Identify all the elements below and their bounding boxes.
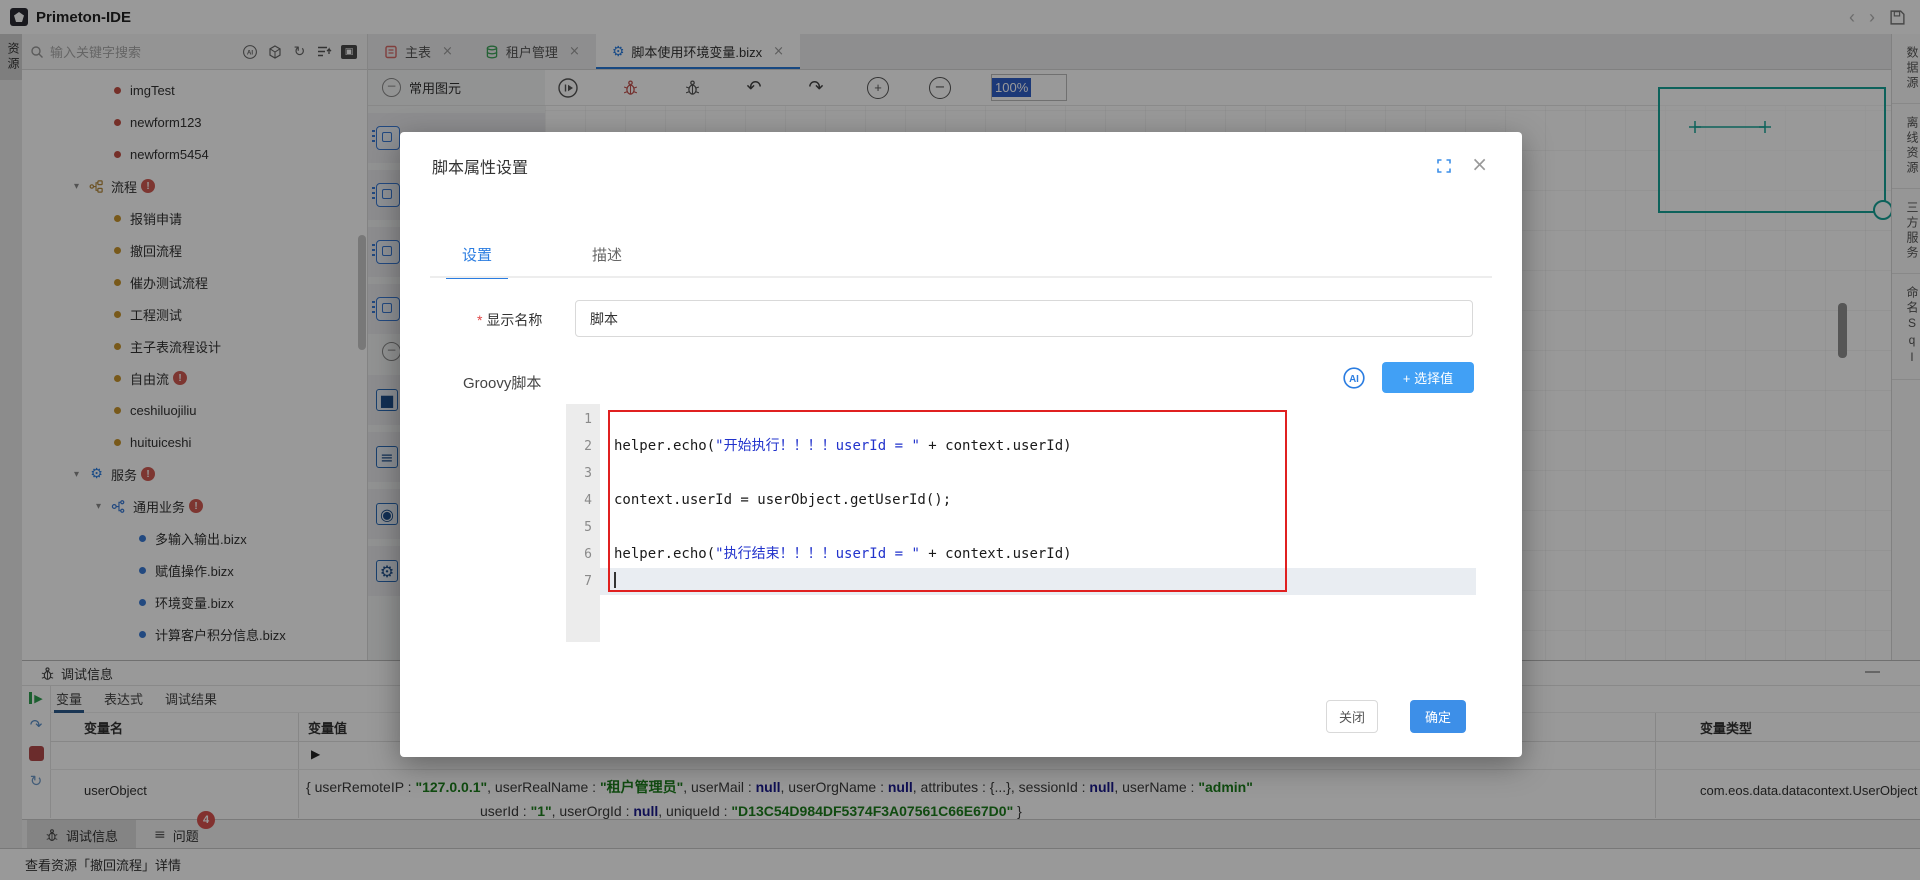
line-number: 7 [566,568,600,595]
line-number: 2 [566,433,600,460]
line-number-gutter: 1234567 [566,404,600,642]
ai-helper-icon[interactable]: AI [1342,366,1366,390]
fullscreen-icon[interactable] [1436,158,1452,174]
display-name-label: * 显示名称 [477,310,542,330]
select-value-button[interactable]: + 选择值 [1382,362,1474,393]
svg-text:AI: AI [1349,374,1359,385]
line-number: 6 [566,541,600,568]
code-line-1 [600,406,1476,433]
primeton-ide-screen: Primeton-IDE ‹ › 资源 输入关键字搜索 AI ↻ [0,0,1920,880]
line-number: 5 [566,514,600,541]
dialog-tab-描述[interactable]: 描述 [592,244,622,277]
line-number: 1 [566,406,600,433]
code-line-7 [600,568,1476,595]
required-mark: * [477,312,482,328]
code-line-5 [600,514,1476,541]
text-cursor [614,572,616,588]
dialog-tab-设置[interactable]: 设置 [462,244,492,277]
line-number: 4 [566,487,600,514]
ok-button[interactable]: 确定 [1410,700,1466,733]
code-line-6: helper.echo("执行结束！！！！userId = " + contex… [600,541,1476,568]
groovy-code-editor[interactable]: 1234567 helper.echo("开始执行！！！！userId = " … [566,404,1476,640]
dialog-title: 脚本属性设置 [432,154,528,178]
line-number: 3 [566,460,600,487]
close-icon[interactable]: × [1471,152,1488,176]
code-line-4: context.userId = userObject.getUserId(); [600,487,1476,514]
script-properties-dialog: 脚本属性设置 × 设置 描述 * 显示名称 脚本 Groovy脚本 AI + 选择… [400,132,1522,757]
dialog-tabs: 设置 描述 [462,244,622,277]
code-line-3 [600,460,1476,487]
display-name-input[interactable]: 脚本 [575,300,1473,337]
display-name-value: 脚本 [590,309,618,329]
code-line-2: helper.echo("开始执行！！！！userId = " + contex… [600,433,1476,460]
close-button[interactable]: 关闭 [1326,700,1378,733]
groovy-script-label: Groovy脚本 [463,372,541,393]
